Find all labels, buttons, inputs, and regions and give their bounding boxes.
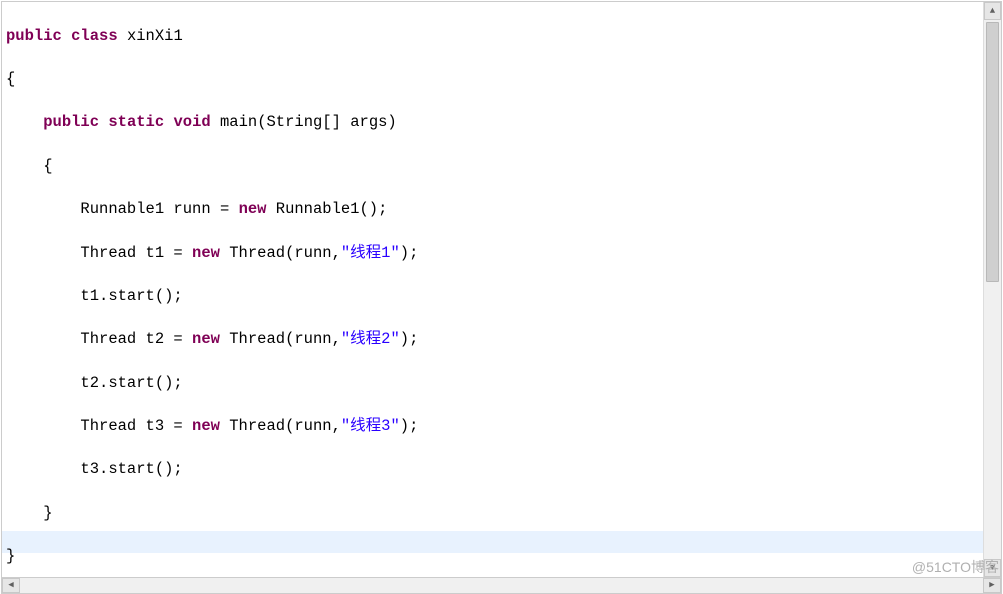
code-line: Runnable1 runn = new Runnable1(); (6, 199, 979, 221)
code-area[interactable]: public class xinXi1 { public static void… (2, 2, 983, 577)
code-line: { (6, 69, 979, 91)
code-editor: public class xinXi1 { public static void… (1, 1, 1002, 578)
code-line: t3.start(); (6, 459, 979, 481)
code-line: } (6, 546, 979, 568)
code-line: } (6, 503, 979, 525)
scroll-down-button[interactable]: ▼ (984, 559, 1001, 577)
scroll-thumb[interactable] (986, 22, 999, 282)
code-line: Thread t1 = new Thread(runn,"线程1"); (6, 243, 979, 265)
code-line: { (6, 156, 979, 178)
code-line: Thread t2 = new Thread(runn,"线程2"); (6, 329, 979, 351)
code-line: public static void main(String[] args) (6, 112, 979, 134)
scroll-left-button[interactable]: ◀ (2, 578, 20, 593)
scroll-up-button[interactable]: ▲ (984, 2, 1001, 20)
code-line: t2.start(); (6, 373, 979, 395)
code-line: t1.start(); (6, 286, 979, 308)
vertical-scrollbar[interactable]: ▲ ▼ (983, 2, 1001, 577)
code-line: Thread t3 = new Thread(runn,"线程3"); (6, 416, 979, 438)
horizontal-scrollbar[interactable]: ◀ ▶ (1, 578, 1002, 594)
scroll-right-button[interactable]: ▶ (983, 578, 1001, 593)
code-line: public class xinXi1 (6, 26, 979, 48)
